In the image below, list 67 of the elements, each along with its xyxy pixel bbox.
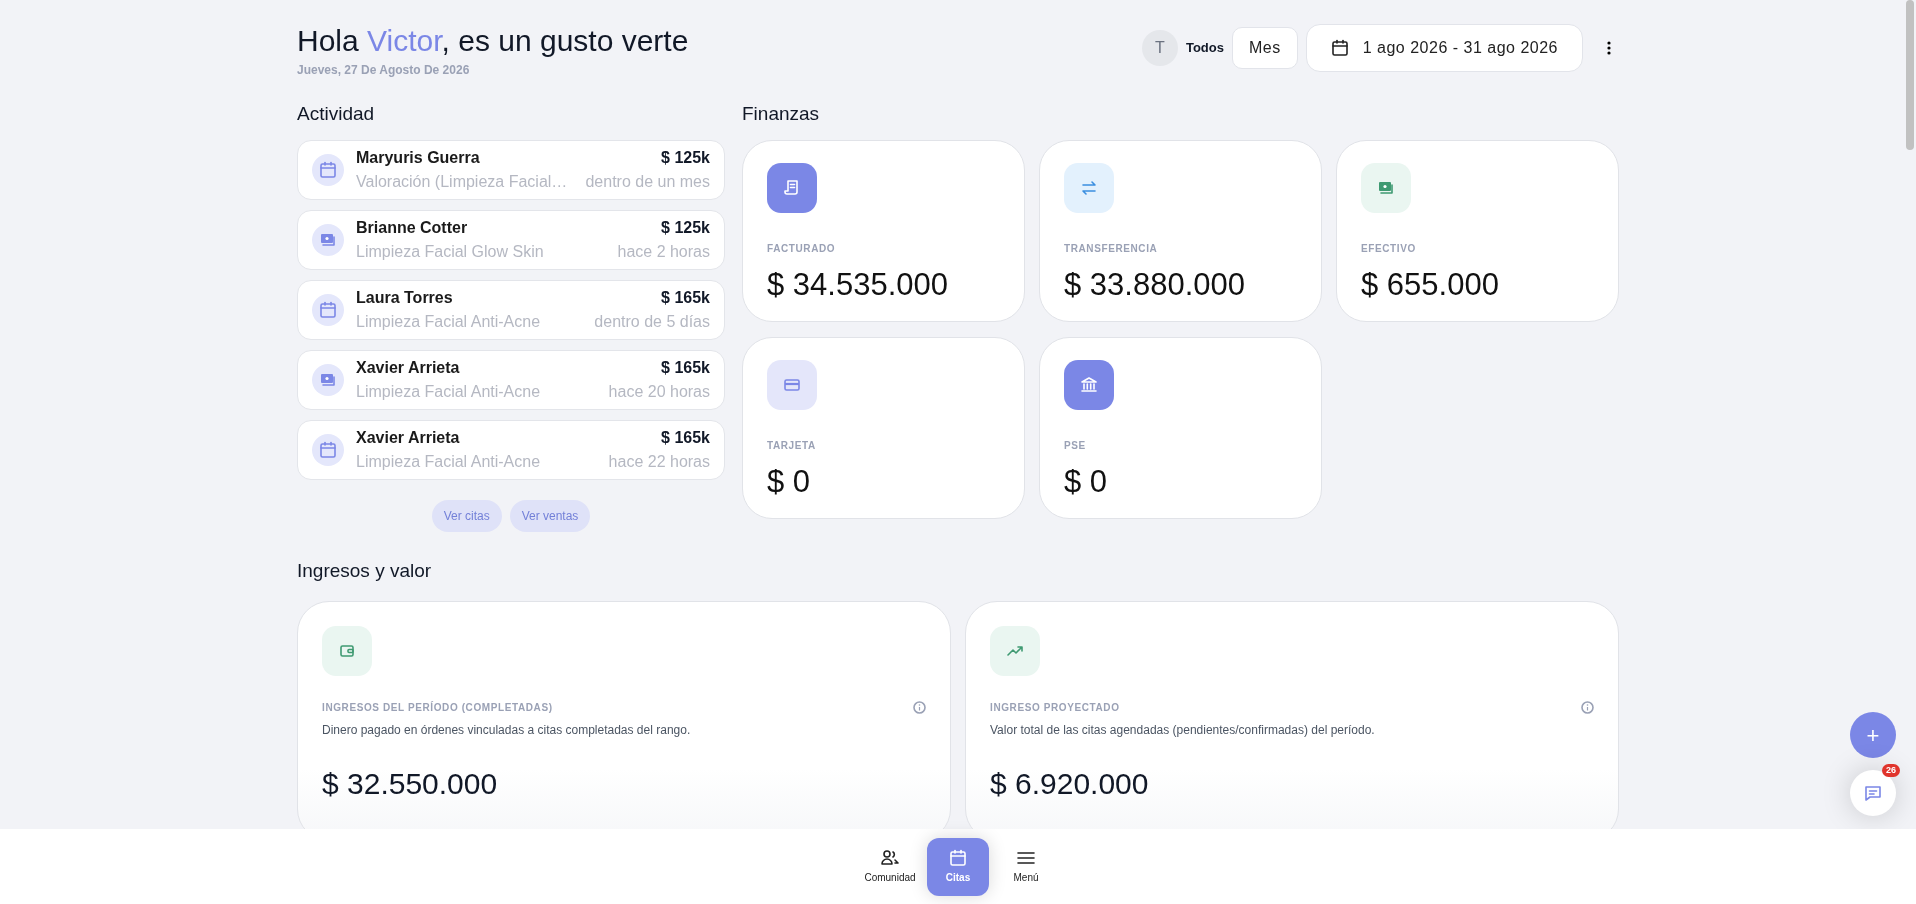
notification-count: 26 <box>1882 764 1900 777</box>
service-name: Valoración (Limpieza Facial… <box>356 171 568 192</box>
calendar-icon <box>319 160 337 179</box>
finance-value: $ 0 <box>767 462 812 501</box>
section-title: Finanzas <box>742 103 821 126</box>
service-name: Limpieza Facial Glow Skin <box>356 241 544 262</box>
activity-item[interactable]: Laura Torres $ 165k Limpieza Facial Anti-Acne dentro de 5 días <box>297 279 725 340</box>
date-range-button[interactable]: 1 ago 2026 - 31 ago 2026 <box>1305 24 1583 72</box>
income-description: Dinero pagado en órdenes vinculadas a citas completadas del rango. <box>322 721 692 739</box>
finance-value: $ 655.000 <box>1361 265 1500 304</box>
client-name: Xavier Arrieta <box>356 357 460 378</box>
relative-time: dentro de un mes <box>585 171 710 192</box>
amount: $ 165k <box>661 357 710 378</box>
scrollbar[interactable] <box>1906 0 1914 150</box>
calendar-icon <box>319 300 337 319</box>
finance-label: TRANSFERENCIA <box>1064 241 1159 256</box>
income-value: $ 6.920.000 <box>990 765 1150 802</box>
relative-time: dentro de 5 días <box>594 311 710 332</box>
service-name: Limpieza Facial Anti-Acne <box>356 381 541 402</box>
service-name: Limpieza Facial Anti-Acne <box>356 451 541 472</box>
user-avatar[interactable]: T <box>1141 30 1178 66</box>
finance-value: $ 33.880.000 <box>1064 265 1246 304</box>
transfer-arrows-icon <box>1080 178 1098 197</box>
activity-item[interactable]: Xavier Arrieta $ 165k Limpieza Facial Anti-Acne hace 20 horas <box>297 349 725 410</box>
calendar-icon <box>949 848 967 867</box>
calendar-icon <box>319 440 337 459</box>
more-options-icon[interactable] <box>1607 41 1611 55</box>
activity-item[interactable]: Brianne Cotter $ 125k Limpieza Facial Glow Skin hace 2 horas <box>297 209 725 270</box>
client-name: Maryuris Guerra <box>356 147 480 168</box>
scope-label: Todos <box>1185 39 1224 58</box>
income-label: INGRESO PROYECTADO <box>990 700 1120 715</box>
finance-label: EFECTIVO <box>1361 241 1417 256</box>
info-icon[interactable] <box>1581 700 1594 714</box>
receipt-icon <box>783 178 801 197</box>
finance-value: $ 0 <box>1064 462 1109 501</box>
nav-tab[interactable]: Menú <box>995 837 1057 896</box>
relative-time: hace 22 horas <box>608 451 710 472</box>
finance-value: $ 34.535.000 <box>767 265 949 304</box>
finance-label: PSE <box>1064 438 1087 453</box>
income-description: Valor total de las citas agendadas (pendientes/confirmadas) del período. <box>990 721 1376 739</box>
finance-label: TARJETA <box>767 438 817 453</box>
activity-item[interactable]: Maryuris Guerra $ 125k Valoración (Limpieza Facial… dentro de un mes <box>297 139 725 200</box>
current-date: Jueves, 27 De Agosto De 2026 <box>297 62 471 79</box>
client-name: Xavier Arrieta <box>356 427 460 448</box>
section-title: Actividad <box>297 103 376 126</box>
period-button[interactable]: Mes <box>1232 27 1298 69</box>
finance-label: FACTURADO <box>767 241 837 256</box>
activity-item[interactable]: Xavier Arrieta $ 165k Limpieza Facial Anti-Acne hace 22 horas <box>297 419 725 480</box>
client-name: Laura Torres <box>356 287 453 308</box>
service-name: Limpieza Facial Anti-Acne <box>356 311 541 332</box>
amount: $ 125k <box>661 217 710 238</box>
relative-time: hace 20 horas <box>608 381 710 402</box>
amount: $ 165k <box>661 287 710 308</box>
amount: $ 125k <box>661 147 710 168</box>
info-icon[interactable] <box>913 700 926 714</box>
people-icon <box>880 848 900 867</box>
nav-tab[interactable]: Comunidad <box>859 837 921 896</box>
greeting-title: Hola Victor, es un gusto verte <box>297 24 689 57</box>
amount: $ 165k <box>661 427 710 448</box>
relative-time: hace 2 horas <box>617 241 710 262</box>
bank-icon <box>1080 375 1098 394</box>
calendar-icon <box>1330 39 1349 57</box>
client-name: Brianne Cotter <box>356 217 468 238</box>
chat-icon <box>1864 784 1882 802</box>
income-value: $ 32.550.000 <box>322 765 499 802</box>
section-title: Ingresos y valor <box>297 559 433 583</box>
income-label: INGRESOS DEL PERÍODO (COMPLETADAS) <box>322 700 553 715</box>
